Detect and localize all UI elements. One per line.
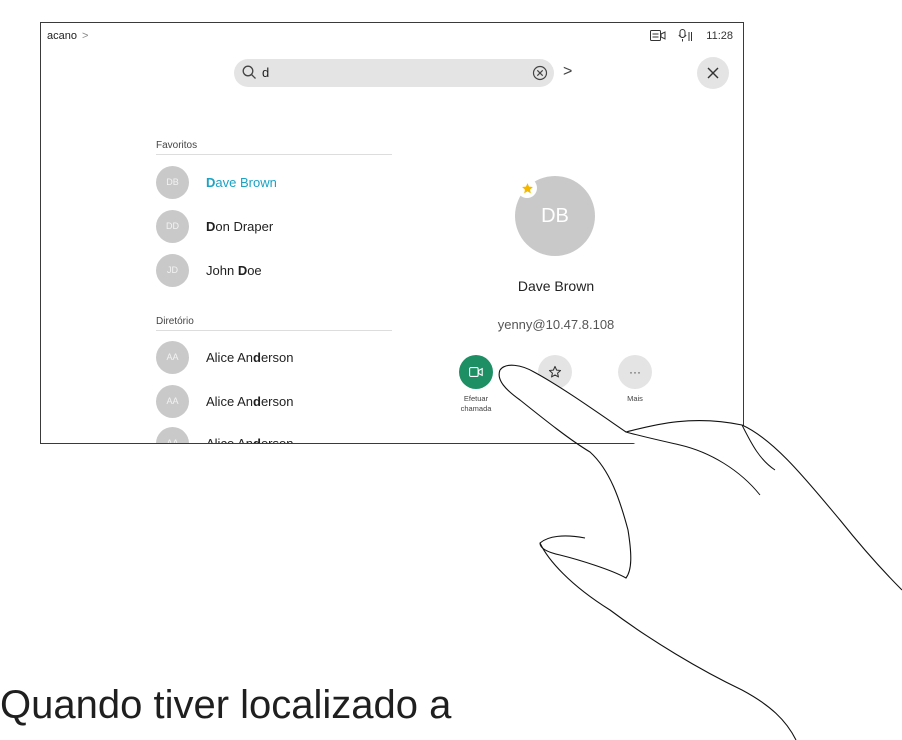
- instruction-caption: Quando tiver localizado a: [0, 683, 452, 727]
- pointing-hand-illustration: [498, 364, 902, 740]
